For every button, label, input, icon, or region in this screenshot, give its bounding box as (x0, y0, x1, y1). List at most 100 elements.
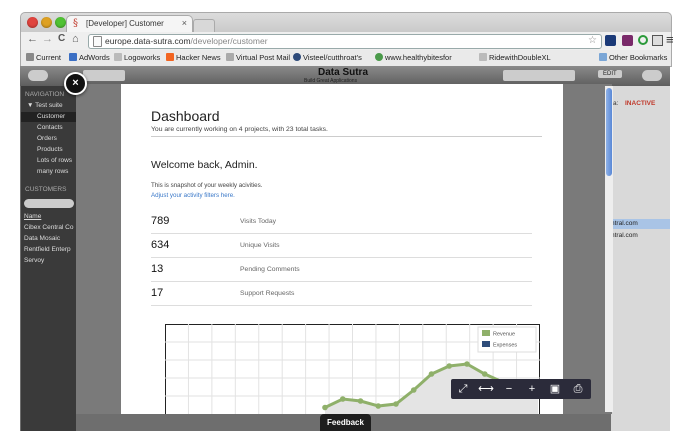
reload-icon[interactable]: C (58, 33, 65, 44)
nav-item[interactable]: Lots of rows (37, 157, 72, 164)
extension-icon[interactable] (605, 35, 616, 46)
page-title: Dashboard (151, 108, 220, 124)
bookmark-item[interactable]: RidewithDoubleXL (479, 53, 551, 62)
menu-icon[interactable]: ≡ (666, 32, 674, 47)
bookmark-item[interactable]: Hacker News (166, 53, 221, 62)
nav-item[interactable]: Products (37, 146, 63, 153)
revenue-point (339, 396, 346, 402)
detail-row[interactable]: ntral.com (611, 232, 638, 239)
power-icon[interactable] (638, 35, 648, 45)
save-icon[interactable]: ▣ (546, 381, 564, 397)
legend-swatch (482, 330, 490, 336)
bookmark-item[interactable]: Virtual Post Mail (226, 53, 290, 62)
customer-row[interactable]: Servoy (24, 257, 44, 264)
feedback-tab[interactable]: Feedback (320, 414, 371, 431)
page-icon (93, 36, 102, 47)
stat-label: Support Requests (240, 290, 295, 297)
close-lightbox-button[interactable]: × (64, 72, 87, 95)
bookmark-item[interactable]: Current (26, 53, 61, 62)
revenue-point (375, 403, 382, 409)
revenue-point (481, 371, 488, 377)
browser-toolbar: ← → C ⌂ europe.data-sutra.com/developer/… (20, 32, 674, 50)
stat-value: 17 (151, 287, 164, 299)
revenue-point (322, 404, 328, 411)
customer-row[interactable]: Data Mosaic (24, 235, 60, 242)
nav-item[interactable]: ▼ Test suite (27, 102, 63, 109)
bookmarks-bar: Current AdWords Logoworks Hacker News Vi… (20, 50, 672, 67)
other-bookmarks[interactable]: Other Bookmarks (599, 53, 667, 62)
revenue-chart: Revenue Expenses (165, 324, 540, 414)
revenue-point (357, 398, 364, 404)
legend-swatch (482, 341, 490, 347)
tab-favicon-icon: § (73, 18, 78, 29)
revenue-point (428, 371, 435, 377)
divider (151, 233, 532, 234)
stat-value: 13 (151, 263, 164, 275)
divider (151, 136, 542, 137)
status-value: INACTIVE (625, 100, 656, 107)
adjust-filters-link[interactable]: Adjust your activity filters here. (151, 192, 235, 199)
legend-label: Revenue (493, 332, 515, 338)
app-toolbar-controls[interactable] (503, 70, 575, 81)
tab-close-icon[interactable]: × (182, 18, 187, 28)
extension-icon-2[interactable] (622, 35, 633, 46)
window-icon[interactable] (652, 35, 663, 46)
stat-value: 789 (151, 215, 170, 227)
tab-title: [Developer] Customer (86, 19, 164, 28)
revenue-point (393, 401, 399, 407)
bookmark-item[interactable]: Visteel/cutthroat's (293, 53, 362, 62)
zoom-in-icon[interactable]: + (523, 381, 541, 397)
bookmark-item[interactable]: www.healthybitesfor (375, 53, 452, 62)
divider (151, 257, 532, 258)
welcome-heading: Welcome back, Admin. (151, 159, 258, 171)
forward-icon[interactable]: → (42, 33, 53, 45)
stat-label: Pending Comments (240, 266, 300, 273)
app-detail-panel: a: INACTIVE ntral.com ntral.com (611, 86, 670, 431)
close-window-icon[interactable] (27, 17, 38, 28)
settings-pill-icon[interactable] (28, 70, 48, 81)
customer-row[interactable]: Rentfield Enterp (24, 246, 71, 253)
revenue-point (446, 363, 453, 369)
customers-column-header[interactable]: Name (24, 213, 41, 220)
print-icon[interactable]: ⎙ (569, 381, 587, 397)
nav-item[interactable]: Contacts (37, 124, 63, 131)
zoom-window-icon[interactable] (55, 17, 66, 28)
minimize-window-icon[interactable] (41, 17, 52, 28)
nav-header: NAVIGATION (25, 91, 65, 98)
address-bar[interactable]: europe.data-sutra.com/developer/customer… (88, 34, 602, 49)
edit-button[interactable]: EDIT (598, 70, 622, 78)
nav-item[interactable]: Orders (37, 135, 57, 142)
revenue-point (464, 361, 470, 367)
customer-row[interactable]: Cibex Central Co (24, 224, 74, 231)
app-header: Data Sutra Build Great Applications EDIT (20, 66, 670, 86)
fit-icon[interactable]: ⤢ (454, 381, 472, 397)
app-title: Data Sutra (318, 67, 369, 78)
zoom-out-icon[interactable]: − (500, 381, 518, 397)
bookmark-item[interactable]: Logoworks (114, 53, 160, 62)
customers-header: CUSTOMERS (25, 186, 67, 193)
app-sidebar: NAVIGATION ▼ Test suite Customer Contact… (21, 86, 76, 431)
nav-item-selected[interactable]: Customer (21, 112, 76, 122)
back-icon[interactable]: ← (27, 33, 38, 45)
gear-pill-icon[interactable] (642, 70, 662, 81)
divider (151, 281, 532, 282)
page-subtitle: You are currently working on 4 projects,… (151, 126, 328, 133)
customer-search-input[interactable] (24, 199, 74, 208)
layout-toggle[interactable] (83, 70, 125, 81)
bookmark-star-icon[interactable]: ☆ (588, 35, 597, 46)
stat-label: Unique Visits (240, 242, 280, 249)
stat-value: 634 (151, 239, 170, 251)
nav-item[interactable]: many rows (37, 168, 68, 175)
legend-label: Expenses (493, 343, 517, 349)
new-tab-button[interactable] (193, 19, 215, 33)
snapshot-note: This is snapshot of your weekly acivitie… (151, 182, 263, 189)
url-text: europe.data-sutra.com/developer/customer (105, 36, 268, 46)
expand-icon[interactable]: ⟷ (477, 381, 495, 397)
image-toolbar: ⤢ ⟷ − + ▣ ⎙ (451, 379, 591, 399)
scrollbar-thumb[interactable] (606, 88, 612, 176)
home-icon[interactable]: ⌂ (72, 33, 79, 45)
browser-tab-strip: § [Developer] Customer × (20, 12, 672, 34)
detail-row-selected[interactable]: ntral.com (611, 219, 670, 229)
stat-label: Visits Today (240, 218, 277, 225)
bookmark-item[interactable]: AdWords (69, 53, 110, 62)
